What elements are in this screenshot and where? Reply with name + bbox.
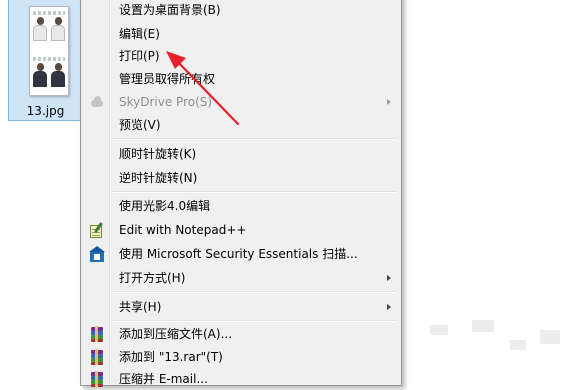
arrow-shaft xyxy=(174,58,240,126)
red-annotation-arrow xyxy=(166,51,240,126)
